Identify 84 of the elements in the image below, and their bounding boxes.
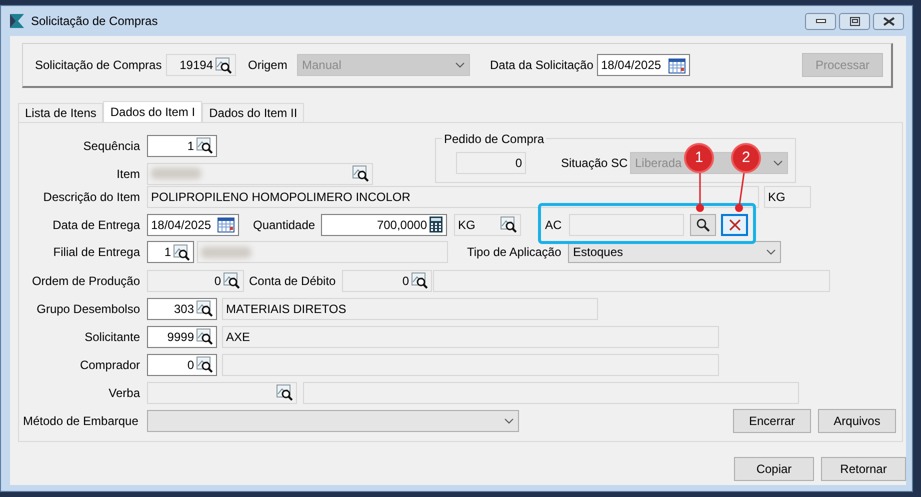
input-field[interactable] bbox=[569, 214, 684, 236]
field-label: Comprador bbox=[78, 356, 140, 374]
close-button[interactable] bbox=[873, 12, 904, 30]
field-label: Grupo Desembolso bbox=[36, 300, 140, 318]
input-field[interactable]: 1 bbox=[147, 134, 217, 156]
chevron-down-icon[interactable] bbox=[766, 249, 776, 255]
close-icon bbox=[728, 218, 740, 230]
field-label: Data de Entrega bbox=[52, 216, 140, 234]
field-label: Origem bbox=[248, 57, 288, 74]
tab[interactable]: Dados do Item I bbox=[103, 101, 202, 122]
input-field[interactable]: 700,0000 bbox=[321, 214, 447, 236]
field-label: Filial de Entrega bbox=[52, 244, 140, 261]
input-field[interactable]: 0 bbox=[342, 270, 432, 292]
maximize-button[interactable] bbox=[839, 12, 870, 30]
magnifier-icon[interactable] bbox=[196, 137, 213, 154]
magnifier-icon[interactable] bbox=[196, 328, 213, 345]
magnifier-icon[interactable] bbox=[173, 244, 190, 260]
input-field[interactable]: 0 bbox=[456, 152, 526, 174]
callout-badge: 2 bbox=[731, 143, 761, 173]
magnifier-icon[interactable] bbox=[411, 272, 428, 289]
blurred-value bbox=[151, 168, 201, 179]
window-title: Solicitação de Compras bbox=[31, 13, 158, 30]
search-icon bbox=[696, 218, 710, 232]
action-button[interactable]: Encerrar bbox=[733, 409, 811, 433]
input-field[interactable]: 9999 bbox=[147, 326, 217, 348]
magnifier-icon[interactable] bbox=[352, 165, 369, 182]
leader-line bbox=[694, 173, 706, 213]
search-button[interactable] bbox=[690, 214, 716, 236]
input-field[interactable]: 18/04/2025 bbox=[597, 54, 690, 76]
callout-badge: 1 bbox=[684, 143, 714, 173]
field-label: Ordem de Produção bbox=[30, 272, 140, 290]
field-label: Data da Solicitação bbox=[490, 57, 594, 74]
input-field[interactable] bbox=[303, 382, 799, 404]
input-field[interactable]: KG bbox=[454, 214, 521, 236]
input-field[interactable]: 1 bbox=[147, 241, 194, 263]
input-field[interactable]: 18/04/2025 bbox=[147, 214, 239, 236]
field-label: AC bbox=[545, 216, 563, 234]
app-logo-icon bbox=[9, 13, 25, 29]
tab[interactable]: Lista de Itens bbox=[18, 103, 104, 122]
minimize-icon bbox=[816, 19, 826, 23]
calendar-icon[interactable] bbox=[668, 56, 686, 74]
field-label: Verba bbox=[108, 384, 140, 402]
tab[interactable]: Dados do Item II bbox=[202, 103, 304, 122]
field-label: Tipo de Aplicação bbox=[467, 244, 562, 261]
field-label: Solicitante bbox=[84, 328, 140, 346]
action-button[interactable]: Arquivos bbox=[818, 409, 896, 433]
magnifier-icon[interactable] bbox=[223, 272, 240, 289]
field-label: Solicitação de Compras bbox=[35, 57, 163, 74]
magnifier-icon[interactable] bbox=[500, 216, 517, 233]
field-label: Método de Embarque bbox=[23, 413, 140, 430]
input-field[interactable]: 303 bbox=[147, 298, 217, 320]
input-field[interactable]: MATERIAIS DIRETOS bbox=[222, 298, 598, 320]
action-button[interactable]: Copiar bbox=[734, 457, 814, 481]
field-label: Quantidade bbox=[253, 216, 316, 234]
action-button[interactable]: Retornar bbox=[821, 457, 906, 481]
input-field[interactable]: KG bbox=[764, 186, 811, 208]
magnifier-icon[interactable] bbox=[196, 300, 213, 317]
input-field[interactable] bbox=[433, 270, 830, 292]
input-field[interactable]: 0 bbox=[147, 270, 244, 292]
field-label: Item bbox=[116, 166, 140, 182]
chevron-down-icon[interactable] bbox=[504, 418, 514, 424]
field-label: Descrição do Item bbox=[42, 189, 140, 206]
clear-button[interactable] bbox=[721, 214, 748, 236]
maximize-icon bbox=[850, 16, 860, 26]
input-field[interactable]: AXE bbox=[222, 326, 719, 348]
field-label: Situação SC bbox=[561, 154, 629, 172]
input-field[interactable]: 19194 bbox=[166, 54, 236, 76]
input-field[interactable] bbox=[147, 162, 373, 184]
close-icon bbox=[882, 16, 894, 26]
calendar-icon[interactable] bbox=[217, 216, 235, 233]
field-label: Conta de Débito bbox=[249, 272, 337, 290]
input-field[interactable] bbox=[147, 382, 297, 404]
input-field[interactable] bbox=[222, 354, 719, 376]
input-field[interactable] bbox=[197, 241, 448, 263]
magnifier-icon[interactable] bbox=[215, 56, 232, 74]
input-field[interactable]: POLIPROPILENO HOMOPOLIMERO INCOLOR bbox=[147, 186, 759, 208]
magnifier-icon[interactable] bbox=[196, 356, 213, 373]
blurred-value bbox=[201, 246, 251, 258]
magnifier-icon[interactable] bbox=[276, 384, 293, 401]
leader-line bbox=[734, 173, 746, 213]
minimize-button[interactable] bbox=[805, 12, 836, 30]
input-field[interactable]: 0 bbox=[147, 354, 217, 376]
field-label: Sequência bbox=[82, 138, 140, 154]
calculator-icon[interactable] bbox=[429, 216, 443, 233]
